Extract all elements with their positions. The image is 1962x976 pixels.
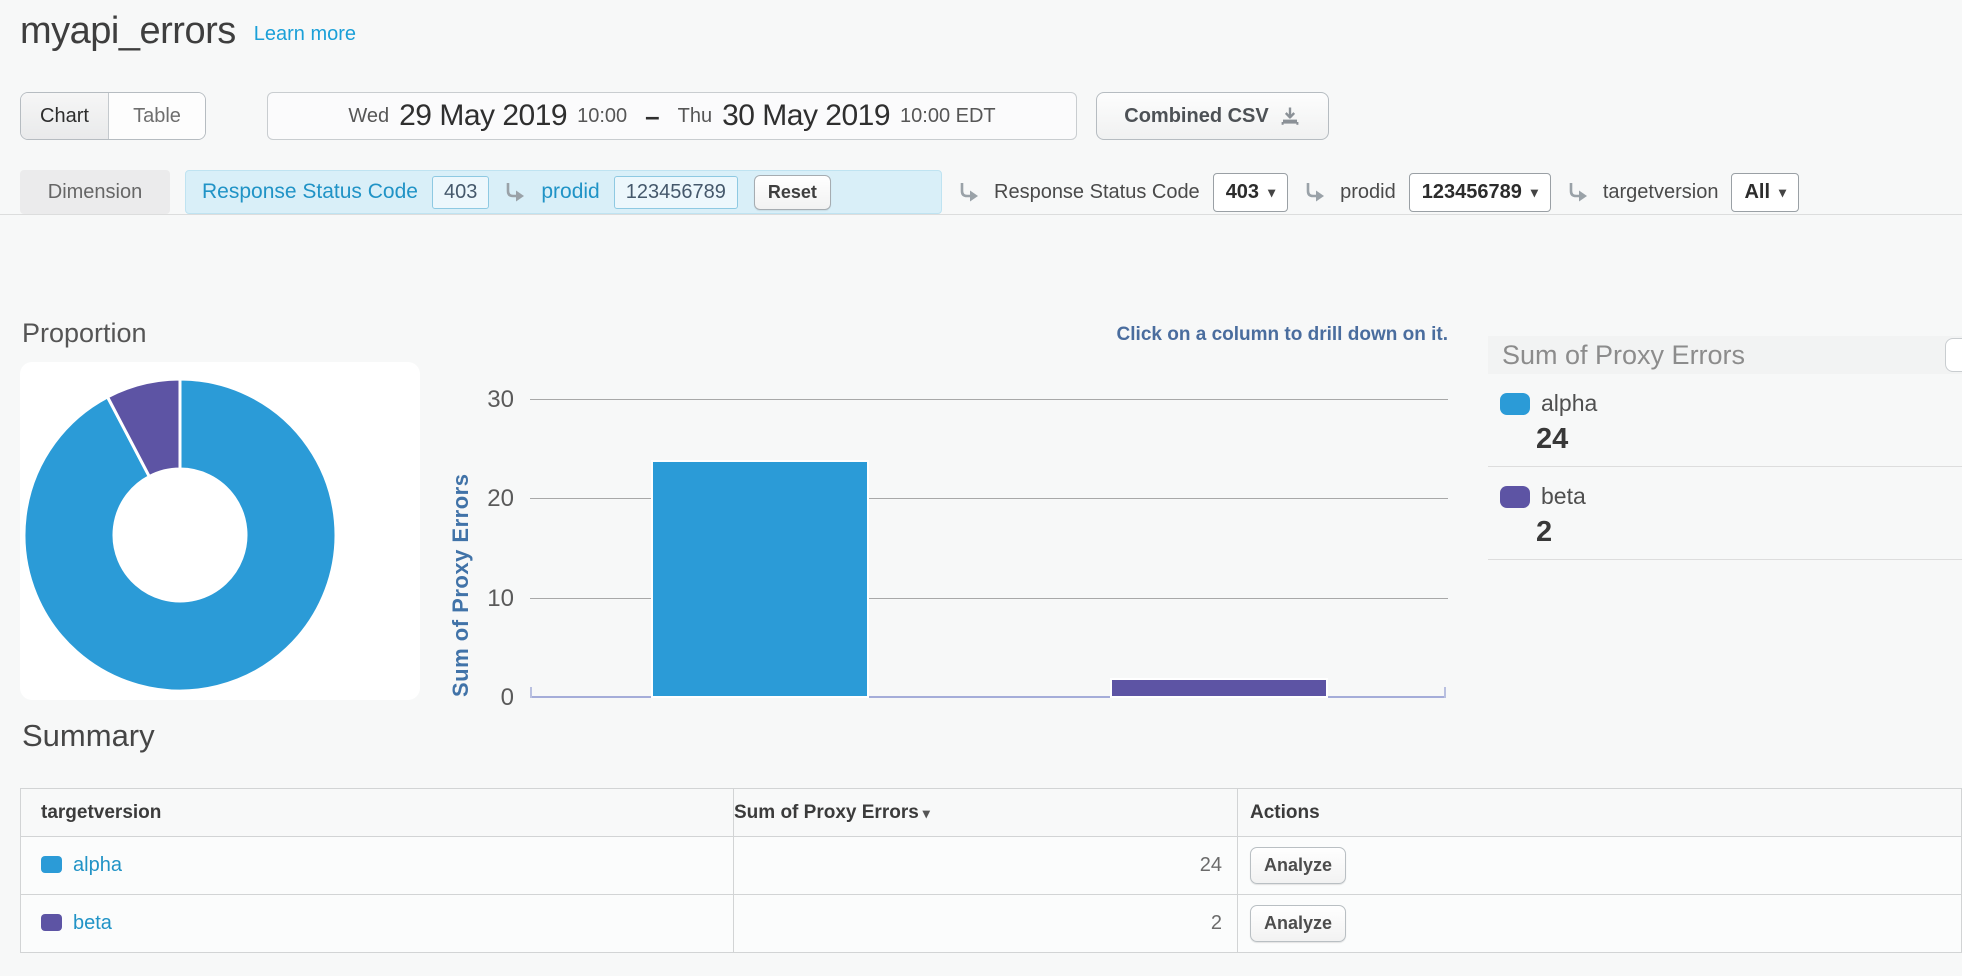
targetversion-value: All: [1744, 181, 1770, 204]
status-code-dropdown[interactable]: 403 ▾: [1213, 173, 1288, 212]
breadcrumb-dimension-value: 123456789: [614, 176, 738, 209]
targetversion-link[interactable]: beta: [73, 912, 112, 934]
column-header-actions: Actions: [1238, 789, 1962, 837]
date-start-day: Wed: [348, 105, 389, 128]
dimension-selector-prodid: prodid 123456789 ▾: [1303, 170, 1551, 214]
download-icon: [1279, 105, 1301, 127]
drilldown-breadcrumb: Response Status Code 403 prodid 12345678…: [185, 170, 942, 214]
reset-button[interactable]: Reset: [754, 175, 831, 210]
breadcrumb-dimension-name: Response Status Code: [202, 180, 418, 204]
date-end-day: Thu: [678, 105, 712, 128]
header: myapi_errors Learn more: [20, 10, 356, 53]
x-axis-tick: [530, 687, 532, 698]
actions-cell: Analyze: [1238, 895, 1962, 953]
actions-cell: Analyze: [1238, 837, 1962, 895]
summary-table: targetversion Sum of Proxy Errors▾ Actio…: [20, 788, 1962, 953]
breadcrumb-dimension-value: 403: [432, 176, 489, 209]
section-divider: [0, 214, 1962, 215]
gridline: [530, 399, 1448, 400]
dimension-selector-response-status-code: Response Status Code 403 ▾: [957, 170, 1288, 214]
column-header-sum-of-proxy-errors[interactable]: Sum of Proxy Errors▾: [734, 789, 1238, 837]
dimension-label: Dimension: [20, 170, 170, 214]
bar-chart: 0102030: [530, 390, 1448, 698]
table-row-beta: beta 2 Analyze: [21, 895, 1962, 953]
view-toggle: Chart Table: [20, 92, 206, 140]
legend-panel: Sum of Proxy Errors alpha 24 beta 2: [1488, 336, 1962, 560]
dimension-bar: Dimension Response Status Code 403 prodi…: [20, 170, 1942, 214]
drilldown-arrow-icon: [1303, 181, 1327, 203]
analyze-button[interactable]: Analyze: [1250, 905, 1346, 942]
targetversion-link[interactable]: alpha: [73, 854, 122, 876]
drilldown-arrow-icon: [1566, 181, 1590, 203]
legend-panel-header: Sum of Proxy Errors: [1488, 336, 1962, 374]
table-row-alpha: alpha 24 Analyze: [21, 837, 1962, 895]
sort-desc-icon: ▾: [923, 805, 930, 821]
legend-label: alpha: [1541, 390, 1597, 417]
y-axis-label: Sum of Proxy Errors: [448, 390, 474, 697]
drilldown-arrow-icon: [957, 181, 981, 203]
prodid-value: 123456789: [1422, 181, 1522, 204]
drilldown-arrow-icon: [503, 181, 527, 203]
x-axis-tick: [1444, 687, 1446, 698]
page-title: myapi_errors: [20, 10, 236, 53]
date-end-time: 10:00 EDT: [900, 105, 996, 128]
dropdown-caret-icon: ▾: [1531, 184, 1538, 201]
date-range-picker[interactable]: Wed 29 May 2019 10:00 – Thu 30 May 2019 …: [267, 92, 1077, 140]
series-swatch-alpha: [41, 856, 62, 873]
summary-title: Summary: [22, 718, 155, 754]
legend-label: beta: [1541, 483, 1586, 510]
legend-item-beta: beta 2: [1488, 467, 1962, 560]
value-cell: 2: [734, 895, 1238, 953]
status-code-value: 403: [1226, 181, 1259, 204]
date-end-date: 30 May 2019: [722, 99, 890, 133]
y-tick-label: 20: [472, 485, 514, 513]
targetversion-cell: alpha: [21, 837, 734, 895]
proportion-donut-card: [20, 362, 420, 700]
combined-csv-button[interactable]: Combined CSV: [1096, 92, 1329, 140]
selector-name: targetversion: [1603, 181, 1719, 204]
toolbar: Chart Table Wed 29 May 2019 10:00 – Thu …: [20, 92, 1329, 140]
targetversion-dropdown[interactable]: All ▾: [1731, 173, 1799, 212]
legend-value: 2: [1536, 516, 1962, 549]
dimension-selector-targetversion: targetversion All ▾: [1566, 170, 1799, 214]
date-start-date: 29 May 2019: [399, 99, 567, 133]
tab-table[interactable]: Table: [109, 93, 205, 139]
legend-swatch-beta: [1500, 486, 1530, 508]
targetversion-cell: beta: [21, 895, 734, 953]
date-start-time: 10:00: [577, 105, 627, 128]
dropdown-caret-icon: ▾: [1779, 184, 1786, 201]
bar-alpha[interactable]: [651, 460, 869, 698]
combined-csv-label: Combined CSV: [1124, 105, 1268, 128]
legend-panel-title: Sum of Proxy Errors: [1502, 340, 1745, 371]
legend-item-alpha: alpha 24: [1488, 374, 1962, 467]
series-swatch-beta: [41, 914, 62, 931]
y-tick-label: 10: [472, 585, 514, 613]
legend-value: 24: [1536, 423, 1962, 456]
dropdown-caret-icon: ▾: [1268, 184, 1275, 201]
drilldown-hint-text: Click on a column to drill down on it.: [530, 324, 1448, 346]
prodid-dropdown[interactable]: 123456789 ▾: [1409, 173, 1551, 212]
analyze-button[interactable]: Analyze: [1250, 847, 1346, 884]
proportion-title: Proportion: [22, 318, 147, 349]
selector-name: Response Status Code: [994, 181, 1200, 204]
analytics-report-page: myapi_errors Learn more Chart Table Wed …: [0, 0, 1962, 976]
donut-chart: [20, 362, 420, 700]
panel-edge-button[interactable]: [1945, 338, 1962, 372]
selector-name: prodid: [1340, 181, 1396, 204]
learn-more-link[interactable]: Learn more: [254, 23, 356, 53]
legend-swatch-alpha: [1500, 393, 1530, 415]
date-range-separator: –: [637, 101, 667, 132]
summary-table-header-row: targetversion Sum of Proxy Errors▾ Actio…: [21, 789, 1962, 837]
y-tick-label: 0: [472, 684, 514, 712]
column-header-targetversion: targetversion: [21, 789, 734, 837]
value-cell: 24: [734, 837, 1238, 895]
tab-chart[interactable]: Chart: [21, 93, 109, 139]
breadcrumb-dimension-name: prodid: [541, 180, 599, 204]
bar-beta[interactable]: [1110, 678, 1328, 698]
y-tick-label: 30: [472, 386, 514, 414]
